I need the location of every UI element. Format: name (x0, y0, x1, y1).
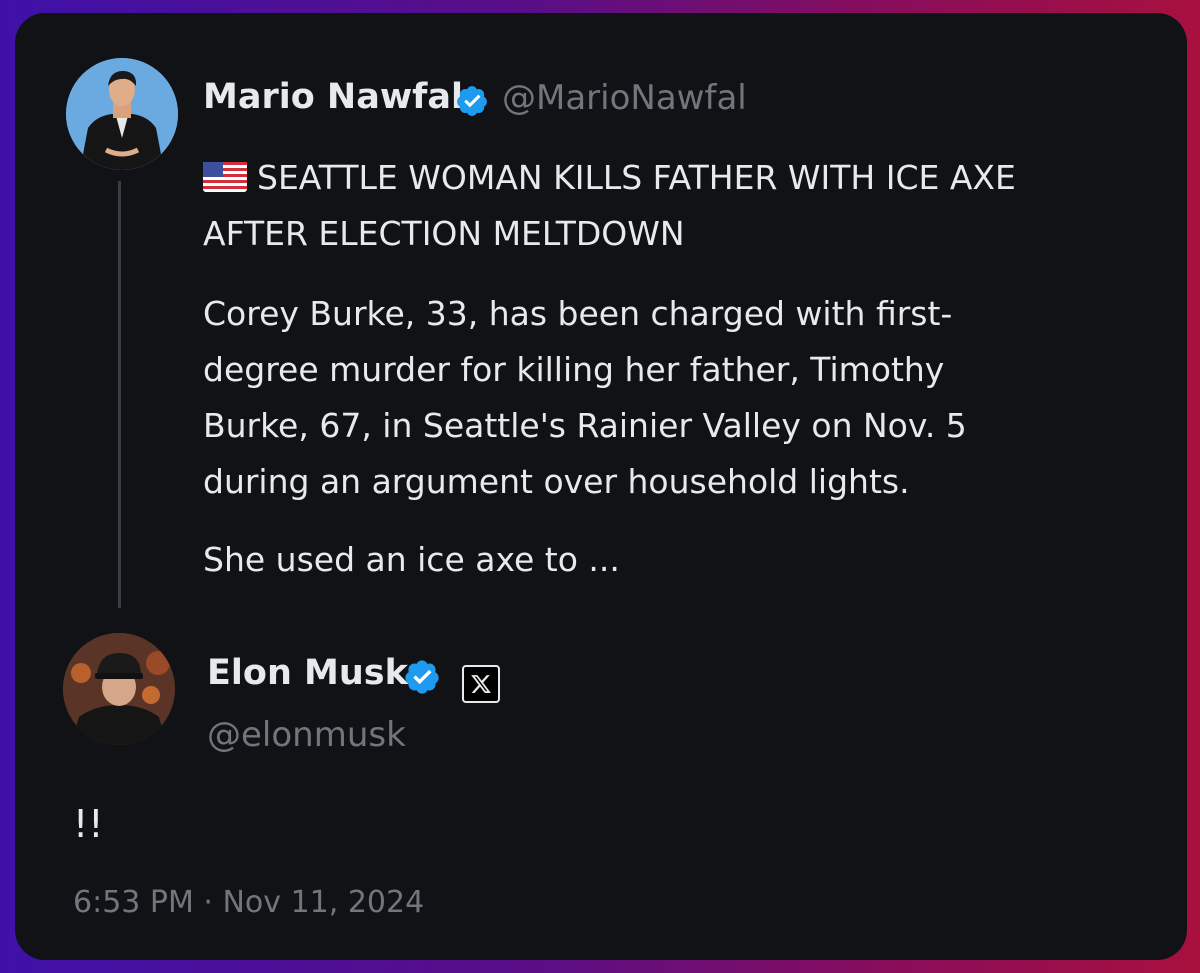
x-logo-icon[interactable] (462, 665, 500, 703)
reply-text: !! (73, 802, 104, 846)
tweet-paragraph-2: She used an ice axe to ... (203, 540, 620, 579)
tweet-card: Mario Nawfal @MarioNawfal SEATTLE WOMAN … (15, 13, 1187, 960)
x-logo-glyph (471, 675, 491, 693)
thread-connector-line (118, 181, 121, 608)
avatar-elon-musk[interactable] (63, 633, 175, 745)
elon-author-handle[interactable]: @elonmusk (207, 715, 406, 755)
tweet-headline: SEATTLE WOMAN KILLS FATHER WITH ICE AXE … (203, 150, 1023, 262)
us-flag-icon (203, 162, 247, 192)
tweet-headline-text: SEATTLE WOMAN KILLS FATHER WITH ICE AXE … (203, 158, 1016, 253)
tweet-timestamp[interactable]: 6:53 PM · Nov 11, 2024 (73, 885, 424, 920)
verified-badge-icon (457, 86, 487, 116)
mario-author-handle[interactable]: @MarioNawfal (502, 78, 747, 118)
elon-author-name[interactable]: Elon Musk (207, 653, 408, 693)
elon-avatar-image (63, 633, 175, 745)
mario-avatar-image (66, 58, 178, 170)
verified-badge-icon (405, 660, 439, 694)
mario-author-name[interactable]: Mario Nawfal (203, 77, 463, 117)
tweet-paragraph-1: Corey Burke, 33, has been charged with f… (203, 294, 967, 501)
avatar-mario-nawfal[interactable] (66, 58, 178, 170)
